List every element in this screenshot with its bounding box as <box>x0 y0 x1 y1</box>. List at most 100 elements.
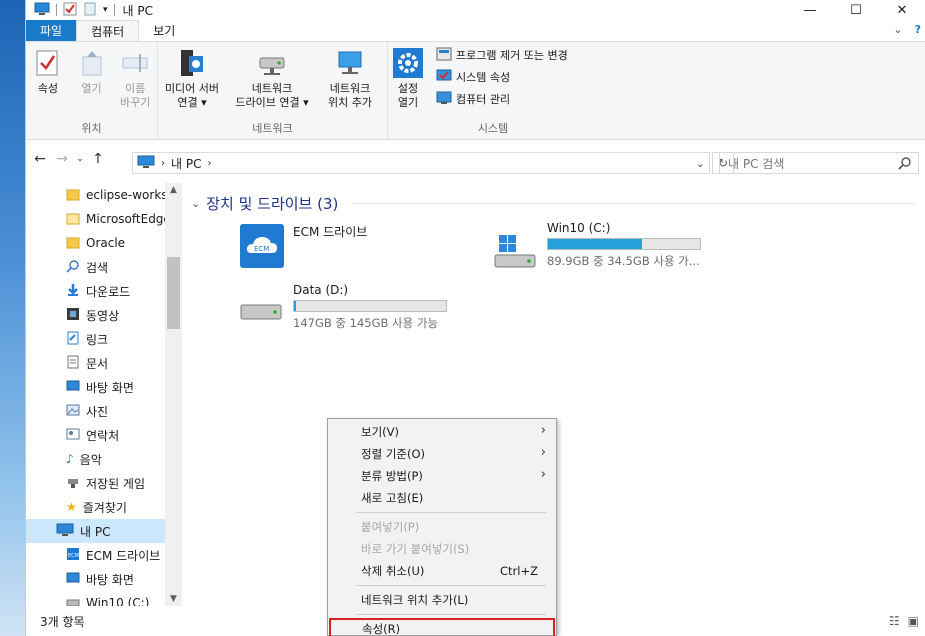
video-icon <box>66 307 80 324</box>
menu-item-group[interactable]: 분류 방법(P) › <box>328 465 556 487</box>
sidebar-item-label: 바탕 화면 <box>86 572 134 587</box>
uninstall-icon <box>436 47 452 64</box>
tab-computer[interactable]: 컴퓨터 <box>76 20 140 41</box>
tab-file[interactable]: 파일 <box>26 20 77 41</box>
sidebar-item-microsoftedge[interactable]: MicrosoftEdge <box>26 207 182 231</box>
new-folder-quick-icon[interactable] <box>83 2 97 19</box>
search-icon <box>898 156 912 173</box>
menu-item-view[interactable]: 보기(V) › <box>328 421 556 443</box>
recent-locations-icon[interactable]: ⌄ <box>76 154 84 164</box>
item-count: 3개 항목 <box>40 614 85 629</box>
sidebar-item-oracle[interactable]: Oracle <box>26 231 182 255</box>
sidebar-item-contacts[interactable]: 연락처 <box>26 423 182 447</box>
sidebar-item-desktop[interactable]: 바탕 화면 <box>26 375 182 399</box>
pc-icon[interactable] <box>34 2 50 19</box>
drive-item-ecm[interactable]: ECM ECM 드라이브 <box>239 223 367 272</box>
network-drive-icon <box>257 48 287 78</box>
computer-management-button[interactable]: 컴퓨터 관리 <box>436 90 568 108</box>
menu-item-label: 네트워크 위치 추가(L) <box>361 593 469 607</box>
drive-icon <box>239 297 285 331</box>
sidebar-item-saved-games[interactable]: 저장된 게임 <box>26 471 182 495</box>
menu-separator <box>356 585 546 586</box>
sidebar-item-search[interactable]: 검색 <box>26 255 182 279</box>
sidebar-item-videos[interactable]: 동영상 <box>26 303 182 327</box>
devices-drives-header[interactable]: ⌄ 장치 및 드라이브 (3) <box>191 193 338 214</box>
address-dropdown-icon[interactable]: ⌄ <box>696 157 705 170</box>
breadcrumb-separator[interactable]: › <box>161 158 165 169</box>
drive-usage-fill <box>294 301 297 311</box>
sidebar-scrollbar[interactable]: ▲ ▼ <box>165 183 182 606</box>
sidebar-item-music[interactable]: ♪ 음악 <box>26 447 182 471</box>
sidebar-item-ecm-drive[interactable]: ECM ECM 드라이브 <box>26 543 182 567</box>
ribbon-group-label: 시스템 <box>477 122 509 135</box>
menu-item-sort[interactable]: 정렬 기준(O) › <box>328 443 556 465</box>
title-bar: ▾ 내 PC — ☐ ✕ <box>26 0 925 20</box>
menu-item-paste[interactable]: 붙여넣기(P) <box>328 516 556 538</box>
menu-item-label: 속성(R) <box>362 622 401 636</box>
menu-item-label: 정렬 기준(O) <box>361 447 425 461</box>
sidebar-item-pictures[interactable]: 사진 <box>26 399 182 423</box>
search-input[interactable]: 내 PC 검색 <box>719 152 919 174</box>
menu-item-label: 분류 방법(P) <box>361 469 423 483</box>
sidebar-item-label: ECM 드라이브 <box>86 548 161 563</box>
menu-item-paste-shortcut[interactable]: 바로 가기 붙여넣기(S) <box>328 538 556 560</box>
sidebar-item-favorites[interactable]: ★ 즐겨찾기 <box>26 495 182 519</box>
ribbon: 속성 열기 이름 바꾸기 위치 미디어 서버 연결 ▾ 네트워크 드라이브 연결… <box>26 42 925 140</box>
drive-name: Win10 (C:) <box>547 221 611 235</box>
chevron-down-icon: ⌄ <box>191 197 201 210</box>
open-icon <box>77 48 107 78</box>
drive-name: ECM 드라이브 <box>293 225 368 239</box>
sidebar-item-label: 저장된 게임 <box>86 476 146 491</box>
sidebar-item-this-pc[interactable]: 내 PC <box>26 519 182 543</box>
ecm-icon: ECM <box>66 547 80 564</box>
svg-text:ECM: ECM <box>254 245 269 253</box>
quick-access-dropdown-icon[interactable]: ▾ <box>103 5 108 15</box>
sidebar-item-eclipse-workspace[interactable]: eclipse-worksp <box>26 183 182 207</box>
sidebar-item-label: 음악 <box>79 452 102 467</box>
breadcrumb-separator[interactable]: › <box>207 158 211 169</box>
sidebar-item-desktop-2[interactable]: 바탕 화면 <box>26 567 182 591</box>
sidebar-item-win10-c[interactable]: Win10 (C:) <box>26 591 182 606</box>
drive-item-d[interactable]: Data (D:) 147GB 중 145GB 사용 가능 <box>239 283 447 331</box>
desktop-icon <box>66 379 80 396</box>
drive-usage-bar <box>547 238 701 250</box>
properties-icon <box>33 48 63 78</box>
computer-management-icon <box>436 91 452 108</box>
up-arrow-icon[interactable]: ↑ <box>90 151 106 167</box>
menu-item-refresh[interactable]: 새로 고침(E) <box>328 487 556 509</box>
close-button[interactable]: ✕ <box>879 0 925 20</box>
drive-icon <box>66 595 80 606</box>
properties-quick-icon[interactable] <box>63 2 77 19</box>
scroll-down-icon[interactable]: ▼ <box>165 594 182 604</box>
system-properties-icon <box>436 69 452 86</box>
ribbon-group-location: 속성 열기 이름 바꾸기 위치 <box>26 42 158 140</box>
picture-icon <box>66 403 80 420</box>
sidebar-item-links[interactable]: 링크 <box>26 327 182 351</box>
help-icon[interactable]: ? <box>915 23 921 36</box>
breadcrumb[interactable]: 내 PC <box>171 155 201 172</box>
pc-icon <box>137 155 155 172</box>
media-server-icon <box>177 48 207 78</box>
system-properties-button[interactable]: 시스템 속성 <box>436 68 568 86</box>
menu-item-undo-delete[interactable]: 삭제 취소(U) Ctrl+Z <box>328 560 556 582</box>
menu-item-properties[interactable]: 속성(R) <box>329 618 555 636</box>
scroll-up-icon[interactable]: ▲ <box>165 185 182 195</box>
large-icons-view-icon[interactable]: ▣ <box>908 614 919 628</box>
menu-item-add-network-location[interactable]: 네트워크 위치 추가(L) <box>328 589 556 611</box>
collapse-ribbon-icon[interactable]: ⌄ <box>893 23 902 36</box>
uninstall-program-button[interactable]: 프로그램 제거 또는 변경 <box>436 46 568 64</box>
download-icon <box>66 283 80 300</box>
drive-name: Data (D:) <box>293 283 349 297</box>
back-arrow-icon[interactable]: ← <box>32 151 48 167</box>
scroll-thumb[interactable] <box>167 257 180 329</box>
tab-view[interactable]: 보기 <box>139 20 189 41</box>
minimize-button[interactable]: — <box>787 0 833 20</box>
sidebar-item-documents[interactable]: 문서 <box>26 351 182 375</box>
details-view-icon[interactable]: ☷ <box>889 614 900 628</box>
forward-arrow-icon[interactable]: → <box>54 151 70 167</box>
address-bar[interactable]: › 내 PC › ⌄ <box>132 152 710 174</box>
maximize-button[interactable]: ☐ <box>833 0 879 20</box>
sidebar-item-downloads[interactable]: 다운로드 <box>26 279 182 303</box>
drive-usage-text: 89.9GB 중 34.5GB 사용 가... <box>547 254 700 268</box>
drive-item-c[interactable]: Win10 (C:) 89.9GB 중 34.5GB 사용 가... <box>493 221 701 274</box>
